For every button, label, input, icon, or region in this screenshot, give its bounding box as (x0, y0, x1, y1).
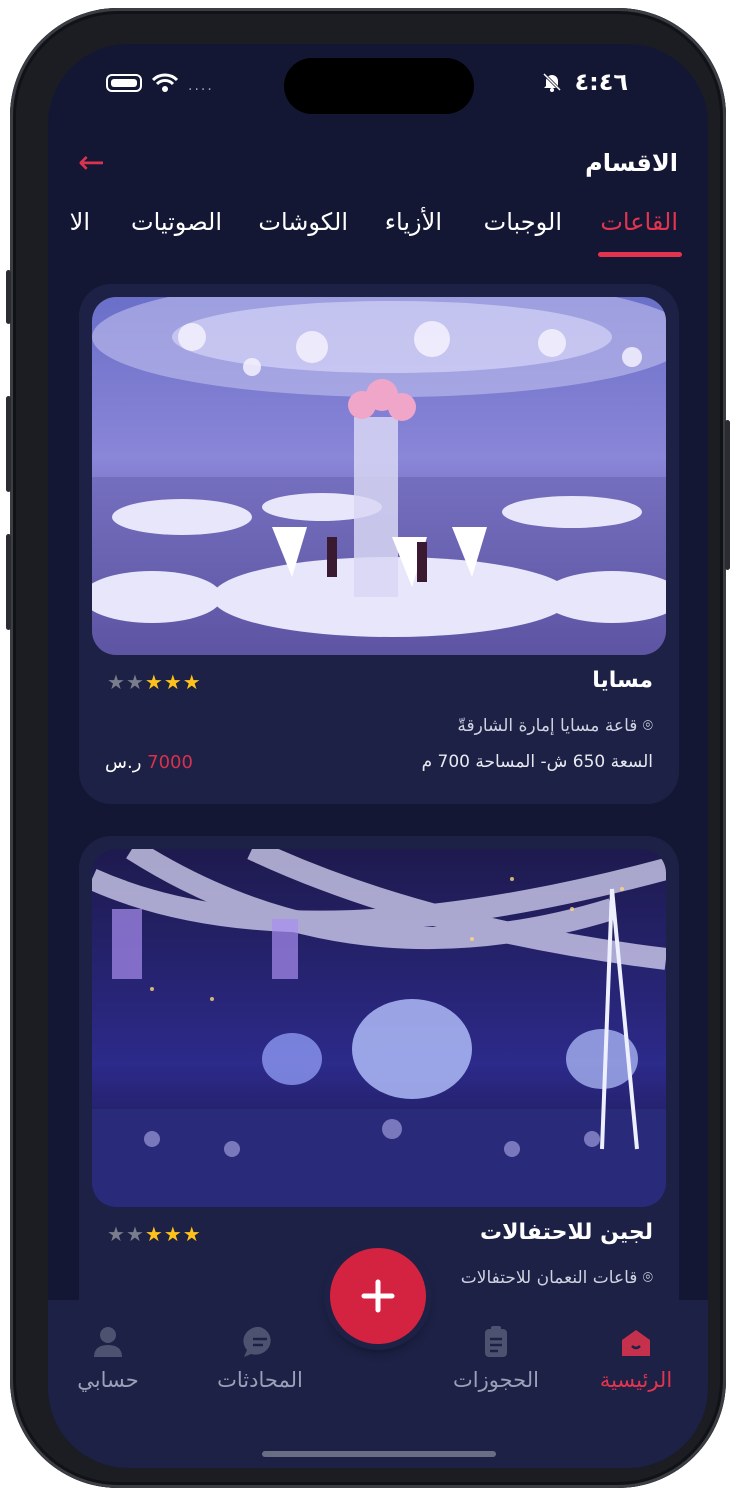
home-icon (622, 1330, 650, 1356)
nav-home[interactable]: الرئيسية (576, 1322, 696, 1392)
price-currency: ر.س (105, 752, 142, 773)
rating-stars: ★★★★★ (107, 670, 202, 694)
status-left: .... (106, 72, 214, 94)
fab-container (314, 1240, 442, 1344)
star-empty-icon: ★ (107, 670, 126, 694)
nav-chats-label: المحادثات (217, 1368, 303, 1392)
venue-location-text: قاعة مسايا إمارة الشارقةّ (457, 716, 638, 736)
star-empty-icon: ★ (107, 1222, 126, 1246)
dynamic-island (284, 58, 474, 114)
star-filled-icon: ★ (182, 670, 202, 694)
star-filled-icon: ★ (182, 1222, 202, 1246)
venue-location: ⌾ قاعات النعمان للاحتفالات (461, 1268, 653, 1288)
signal-dots: .... (188, 78, 214, 94)
venue-location-text: قاعات النعمان للاحتفالات (460, 1268, 638, 1288)
clipboard-icon (485, 1326, 507, 1357)
venue-capacity: السعة 650 ش- المساحة 700 م (421, 752, 653, 772)
chat-icon (243, 1326, 271, 1357)
nav-chats[interactable]: المحادثات (200, 1322, 320, 1392)
nav-account[interactable]: حسابي (48, 1322, 168, 1392)
status-time: ٤:٤٦ (542, 68, 628, 96)
venue-card[interactable]: مسايا ★★★★★ ⌾ قاعة مسايا إمارة الشارقةّ … (79, 284, 679, 804)
star-filled-icon: ★ (163, 670, 183, 694)
tab-audio[interactable]: الصوتيات (131, 208, 222, 236)
user-icon (94, 1327, 122, 1357)
tab-fashion[interactable]: الأزياء (385, 208, 442, 236)
venue-image[interactable] (92, 849, 666, 1207)
active-tab-indicator (598, 252, 682, 257)
phone-frame: .... ٤:٤٦ الاقسام ← القاعات الوجبات الأز… (6, 8, 730, 1488)
nav-account-label: حسابي (77, 1368, 139, 1392)
back-arrow-icon[interactable]: ← (78, 143, 105, 181)
venue-name: لجين للاحتفالات (480, 1220, 653, 1245)
star-filled-icon: ★ (144, 1222, 164, 1246)
bell-off-icon (543, 72, 562, 92)
price-amount: 7000 (147, 752, 193, 773)
star-filled-icon: ★ (144, 670, 164, 694)
star-filled-icon: ★ (163, 1222, 183, 1246)
category-tabs: القاعات الوجبات الأزياء الكوشات الصوتيات… (48, 204, 708, 264)
tab-stages[interactable]: الكوشات (258, 208, 348, 236)
nav-home-label: الرئيسية (599, 1368, 673, 1392)
venue-name: مسايا (592, 668, 653, 693)
power-button (725, 420, 730, 570)
page-header: الاقسام ← (48, 143, 708, 189)
star-empty-icon: ★ (125, 670, 145, 694)
home-indicator[interactable] (262, 1451, 496, 1457)
nav-bookings-label: الحجوزات (453, 1368, 539, 1392)
venue-price: 7000 ر.س (105, 752, 193, 773)
location-pin-icon: ⌾ (642, 1268, 653, 1288)
tab-halls[interactable]: القاعات (600, 208, 678, 236)
tab-meals[interactable]: الوجبات (484, 208, 562, 236)
battery-icon (106, 74, 142, 92)
app-screen: .... ٤:٤٦ الاقسام ← القاعات الوجبات الأز… (48, 44, 708, 1468)
venue-location: ⌾ قاعة مسايا إمارة الشارقةّ (457, 716, 653, 736)
nav-bookings[interactable]: الحجوزات (436, 1322, 556, 1392)
mute-switch (6, 270, 11, 324)
clock-text: ٤:٤٦ (574, 68, 628, 96)
wifi-icon (152, 73, 178, 92)
star-empty-icon: ★ (125, 1222, 145, 1246)
rating-stars: ★★★★★ (107, 1222, 202, 1246)
tab-more[interactable]: الا (60, 208, 90, 236)
location-pin-icon: ⌾ (642, 716, 653, 736)
volume-up-button (6, 396, 11, 492)
add-button[interactable] (330, 1248, 426, 1344)
plus-icon (361, 1279, 395, 1313)
venue-image[interactable] (92, 297, 666, 655)
page-title: الاقسام (585, 149, 678, 177)
volume-down-button (6, 534, 11, 630)
